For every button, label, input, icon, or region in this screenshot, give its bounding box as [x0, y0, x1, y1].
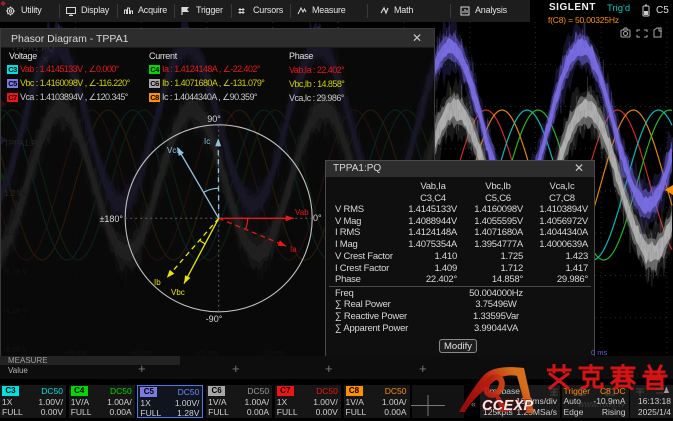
svg-text:CCEXP: CCEXP [482, 398, 533, 414]
svg-text:±180°: ±180° [99, 214, 123, 224]
svg-text:Vbc: Vbc [171, 288, 185, 297]
svg-text:0°: 0° [313, 213, 322, 223]
svg-text:Ib: Ib [154, 278, 161, 287]
svg-text:-90°: -90° [206, 314, 223, 324]
svg-text:90°: 90° [207, 114, 221, 124]
svg-text:Vca: Vca [167, 146, 181, 155]
svg-text:Vab: Vab [295, 208, 309, 217]
svg-text:Ia: Ia [290, 245, 297, 254]
svg-text:Ic: Ic [204, 137, 210, 146]
